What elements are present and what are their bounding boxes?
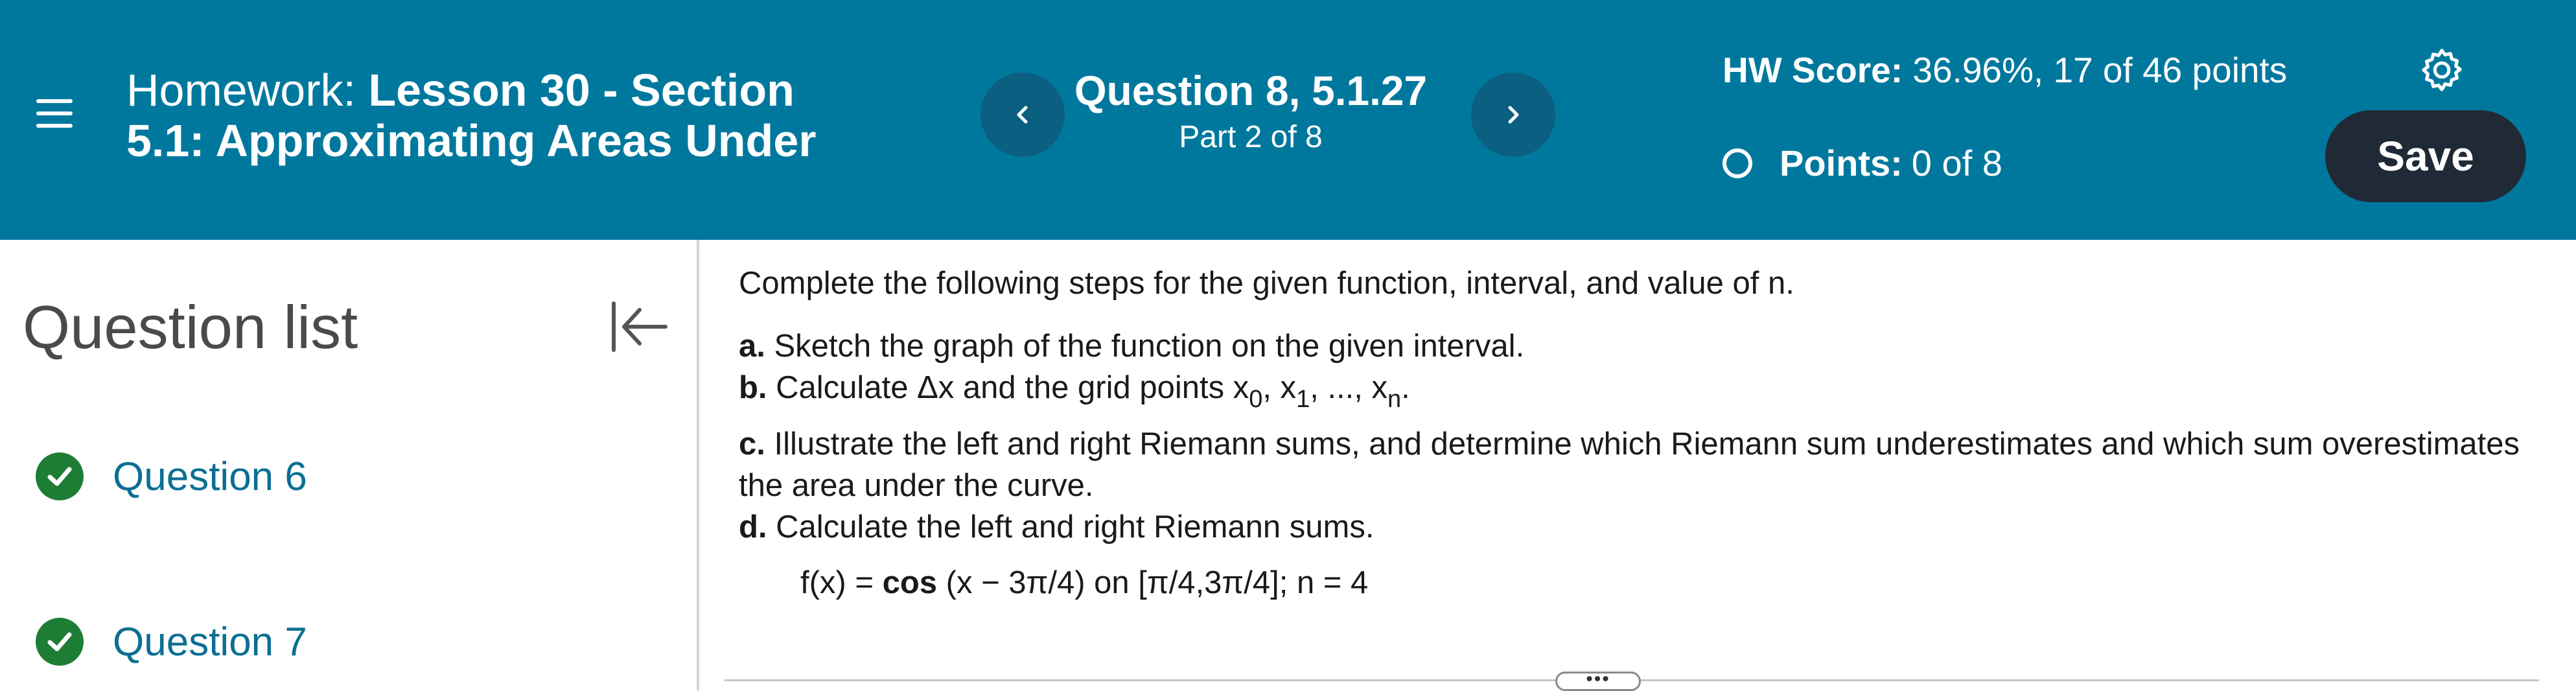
step-b-sep1: , x xyxy=(1262,370,1297,405)
sidebar-item-question-7[interactable]: Question 7 xyxy=(36,613,307,671)
hw-score-label: HW Score: xyxy=(1723,50,1903,90)
points-status: Points: 0 of 8 xyxy=(1723,140,2002,187)
step-a-label: a. xyxy=(739,329,765,364)
function-rest: (x − 3π/4) on [π/4,3π/4]; n = 4 xyxy=(937,565,1369,600)
gear-icon[interactable] xyxy=(2417,45,2466,95)
step-d: d. Calculate the left and right Riemann … xyxy=(739,506,2540,548)
step-d-text: Calculate the left and right Riemann sum… xyxy=(767,509,1375,545)
step-c: c. Illustrate the left and right Riemann… xyxy=(739,423,2540,506)
top-header: Homework: Lesson 30 - Section 5.1: Appro… xyxy=(0,0,2576,240)
homework-prefix: Homework: xyxy=(126,65,369,115)
resize-handle[interactable]: ••• xyxy=(1555,670,1641,691)
question-list-title: Question list xyxy=(23,293,358,361)
points-label: Points: xyxy=(1780,143,1903,183)
check-circle-icon xyxy=(36,618,84,666)
step-c-text: Illustrate the left and right Riemann su… xyxy=(739,427,2520,503)
hw-score-value: 36.96%, 17 of 46 points xyxy=(1903,50,2288,90)
step-a-text: Sketch the graph of the function on the … xyxy=(765,329,1525,364)
question-title: Question 8, 5.1.27 xyxy=(1074,67,1428,114)
chevron-left-icon xyxy=(1017,106,1028,124)
hw-score: HW Score: 36.96%, 17 of 46 points xyxy=(1723,47,2306,93)
chevron-right-icon xyxy=(1508,106,1519,124)
step-a: a. Sketch the graph of the function on t… xyxy=(739,325,2540,367)
step-d-label: d. xyxy=(739,509,767,545)
collapse-sidebar-icon[interactable] xyxy=(606,294,671,359)
step-b-sep2: , ..., x xyxy=(1310,370,1387,405)
points-value: 0 of 8 xyxy=(1911,143,2002,183)
question-list-sidebar: Question list Question 6 Question 7 xyxy=(0,240,699,690)
step-b-label: b. xyxy=(739,370,767,405)
subscript-1: 1 xyxy=(1296,386,1310,413)
step-b-end: . xyxy=(1401,370,1410,405)
subscript-0: 0 xyxy=(1249,386,1263,413)
sidebar-item-question-6[interactable]: Question 6 xyxy=(36,447,307,506)
function-statement: f(x) = cos (x − 3π/4) on [π/4,3π/4]; n =… xyxy=(800,562,2420,603)
homework-title: Homework: Lesson 30 - Section 5.1: Appro… xyxy=(126,65,872,166)
sidebar-item-label: Question 7 xyxy=(113,619,307,664)
function-prefix: f(x) = xyxy=(800,565,883,600)
save-button[interactable]: Save xyxy=(2325,110,2526,202)
step-b-text: Calculate Δx and the grid points x xyxy=(767,370,1249,405)
next-question-button[interactable] xyxy=(1471,73,1555,157)
subscript-n: n xyxy=(1387,386,1402,413)
step-c-label: c. xyxy=(739,427,765,462)
function-cos: cos xyxy=(882,565,938,600)
points-circle-icon xyxy=(1723,148,1752,178)
check-circle-icon xyxy=(36,452,84,500)
step-b: b. Calculate Δx and the grid points x0, … xyxy=(739,367,2540,412)
hamburger-menu-icon[interactable] xyxy=(36,94,73,133)
question-part: Part 2 of 8 xyxy=(1179,120,1323,154)
question-intro: Complete the following steps for the giv… xyxy=(739,266,1794,301)
previous-question-button[interactable] xyxy=(981,73,1065,157)
sidebar-item-label: Question 6 xyxy=(113,454,307,499)
